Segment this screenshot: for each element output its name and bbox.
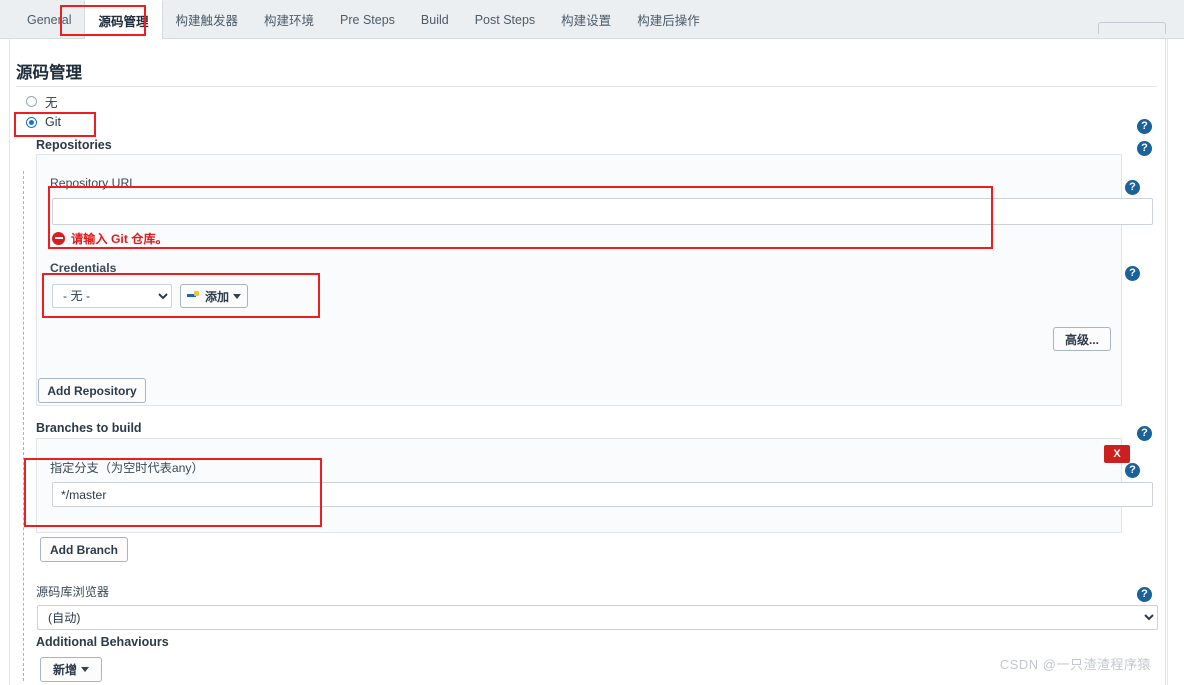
radio-dot-git xyxy=(26,116,37,128)
tab-4[interactable]: Pre Steps xyxy=(327,0,408,39)
left-rail xyxy=(0,39,10,685)
help-icon-repository-url[interactable]: ? xyxy=(1125,180,1140,195)
error-minus-icon xyxy=(52,231,65,245)
help-icon-repositories[interactable]: ? xyxy=(1137,141,1152,156)
add-credentials-button[interactable]: 添加 xyxy=(180,284,248,308)
config-tab-list: General 源码管理 构建触发器 构建环境 Pre Steps Build Post S… xyxy=(14,0,713,39)
tab-label: 构建设置 xyxy=(561,14,612,28)
repositories-panel xyxy=(36,154,1122,406)
tab-label: Pre Steps xyxy=(340,12,395,27)
tab-label: 构建触发器 xyxy=(175,14,239,28)
branch-specifier-label: 指定分支（为空时代表any） xyxy=(50,461,204,475)
help-icon-branch-specifier[interactable]: ? xyxy=(1125,463,1140,478)
help-icon-branches[interactable]: ? xyxy=(1137,426,1152,441)
repository-url-error: 请输入 Git 仓库。 xyxy=(52,229,168,247)
scm-radio-none[interactable]: 无 xyxy=(26,92,58,111)
scm-radio-git[interactable]: Git xyxy=(26,115,61,129)
add-behaviour-button[interactable]: 新增 xyxy=(40,657,102,682)
credentials-label: Credentials xyxy=(50,261,117,275)
tab-7[interactable]: 构建设置 xyxy=(548,0,624,39)
tab-2[interactable]: 构建触发器 xyxy=(163,0,252,39)
page-title: 源码管理 xyxy=(16,64,82,82)
tab-3[interactable]: 构建环境 xyxy=(251,0,327,39)
watermark: CSDN @一只渣渣程序猿 xyxy=(999,657,1151,672)
add-behaviour-label: 新增 xyxy=(52,663,77,677)
page-scrollbar[interactable] xyxy=(1167,39,1184,685)
add-credentials-label: 添加 xyxy=(204,289,229,304)
scm-radio-none-label: 无 xyxy=(45,96,58,110)
branch-specifier-input[interactable] xyxy=(52,482,1153,507)
radio-dot-none xyxy=(26,96,37,107)
repository-advanced-button[interactable]: 高级... xyxy=(1053,327,1111,351)
tab-label: General xyxy=(27,12,72,27)
tab-label: Post Steps xyxy=(474,12,536,27)
additional-behaviours-label: Additional Behaviours xyxy=(36,635,169,649)
repository-url-label: Repository URL xyxy=(50,176,137,190)
repositories-section-label: Repositories xyxy=(36,138,112,152)
branches-section-label: Branches to build xyxy=(36,421,142,435)
add-repository-button[interactable]: Add Repository xyxy=(38,378,146,403)
tab-5[interactable]: Build xyxy=(408,0,462,39)
indent-guide xyxy=(23,171,24,681)
key-icon xyxy=(186,291,201,301)
config-body: 源码管理 无 Git Repositories Repository URL 请… xyxy=(0,39,1166,685)
source-browser-select[interactable]: (自动) xyxy=(37,605,1158,630)
help-icon-scm[interactable]: ? xyxy=(1137,119,1152,134)
delete-branch-button[interactable]: X xyxy=(1104,445,1130,463)
help-icon-credentials[interactable]: ? xyxy=(1125,266,1140,281)
tab-0[interactable]: General xyxy=(14,0,84,39)
config-tab-bar: General 源码管理 构建触发器 构建环境 Pre Steps Build Post S… xyxy=(0,0,1184,39)
repository-url-error-text: 请输入 Git 仓库。 xyxy=(71,232,168,246)
credentials-select[interactable]: - 无 - xyxy=(52,284,172,308)
tab-label: Build xyxy=(420,12,449,27)
add-branch-button[interactable]: Add Branch xyxy=(40,537,128,562)
scm-radio-git-label: Git xyxy=(45,115,61,129)
tab-label: 构建后操作 xyxy=(637,14,700,28)
tab-6[interactable]: Post Steps xyxy=(462,0,548,39)
tab-label: 源码管理 xyxy=(98,14,149,29)
jenkins-job-config-page: General 源码管理 构建触发器 构建环境 Pre Steps Build Post S… xyxy=(0,0,1184,685)
tab-8[interactable]: 构建后操作 xyxy=(624,0,713,39)
tab-active-1[interactable]: 源码管理 xyxy=(84,0,163,39)
source-browser-label: 源码库浏览器 xyxy=(36,585,110,599)
tab-label: 构建环境 xyxy=(264,14,315,28)
repository-url-input[interactable] xyxy=(52,198,1153,225)
collapsed-toolbar-stub[interactable] xyxy=(1098,22,1166,34)
title-divider xyxy=(16,86,1157,87)
help-icon-source-browser[interactable]: ? xyxy=(1137,587,1152,602)
chevron-down-icon xyxy=(81,667,89,672)
chevron-down-icon xyxy=(233,293,241,299)
